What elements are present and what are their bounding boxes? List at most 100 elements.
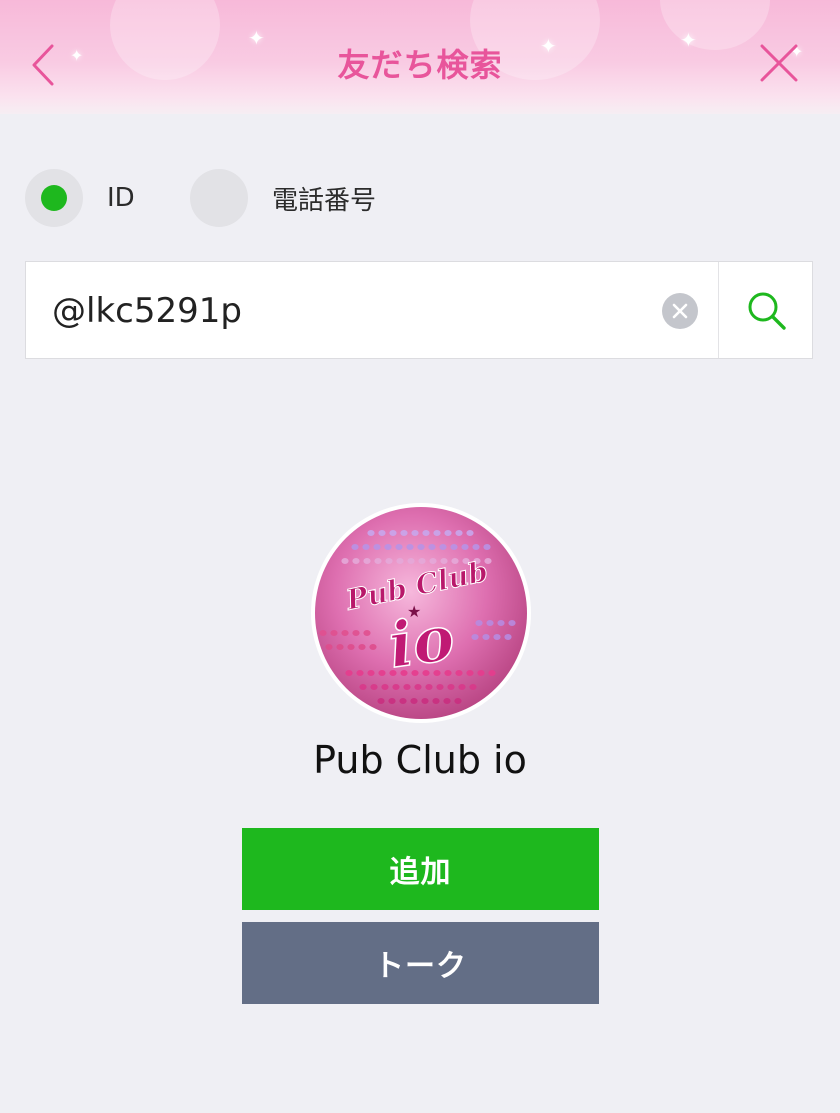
avatar-dot — [388, 698, 396, 704]
avatar-dot — [482, 634, 490, 640]
search-type-id-radio[interactable]: ID — [25, 168, 135, 228]
profile-name: Pub Club io — [313, 738, 527, 782]
avatar-dot — [411, 530, 419, 536]
avatar-dot — [439, 544, 447, 550]
avatar-dot — [381, 684, 389, 690]
avatar-dot — [395, 544, 403, 550]
avatar-dot — [347, 644, 355, 650]
avatar-dot — [325, 644, 333, 650]
avatar-dot — [369, 644, 377, 650]
avatar-dot — [396, 558, 404, 564]
avatar-dot — [450, 544, 458, 550]
search-input[interactable] — [50, 284, 654, 338]
avatar-dot — [352, 558, 360, 564]
search-icon — [748, 292, 786, 330]
avatar-dot — [367, 530, 375, 536]
avatar-dot — [418, 558, 426, 564]
avatar-dot — [461, 544, 469, 550]
avatar-dot — [406, 544, 414, 550]
avatar-dot — [458, 684, 466, 690]
search-type-phone-radio[interactable]: 電話番号 — [190, 168, 376, 228]
search-type-id-label: ID — [107, 183, 135, 213]
avatar-dot — [421, 698, 429, 704]
profile-avatar[interactable]: Pub Club io ★ — [311, 503, 531, 723]
close-icon — [760, 44, 798, 82]
avatar-dot — [454, 698, 462, 704]
avatar-dot — [367, 670, 375, 676]
avatar-dot — [319, 630, 327, 636]
clear-icon — [672, 303, 688, 319]
avatar-dot — [336, 644, 344, 650]
avatar-dot — [378, 530, 386, 536]
avatar-dot — [436, 684, 444, 690]
avatar-dot — [378, 670, 386, 676]
avatar-dot — [432, 698, 440, 704]
avatar-dot — [488, 670, 496, 676]
avatar-dot — [403, 684, 411, 690]
avatar-dot — [351, 544, 359, 550]
avatar-dot — [433, 530, 441, 536]
avatar-dot — [466, 530, 474, 536]
avatar-dot — [363, 630, 371, 636]
avatar-dot — [370, 684, 378, 690]
avatar-dot — [422, 530, 430, 536]
avatar-dot — [497, 620, 505, 626]
avatar-dot — [373, 544, 381, 550]
avatar-dot — [374, 558, 382, 564]
avatar-dot — [363, 558, 371, 564]
search-field — [25, 261, 813, 359]
add-friend-button[interactable]: 追加 — [242, 828, 599, 910]
radio-selected-icon — [25, 169, 83, 227]
avatar-dot — [429, 558, 437, 564]
avatar-dot — [359, 684, 367, 690]
header-bar: ✦ ✦ ✦ ✦ ✦ 友だち検索 — [0, 0, 840, 114]
avatar-dot — [455, 530, 463, 536]
avatar-dot — [392, 684, 400, 690]
avatar-dot — [345, 670, 353, 676]
avatar-dot — [486, 620, 494, 626]
avatar-dot — [444, 530, 452, 536]
talk-button[interactable]: トーク — [242, 922, 599, 1004]
avatar-dot — [447, 684, 455, 690]
avatar-dot — [414, 684, 422, 690]
star-icon: ★ — [407, 602, 421, 621]
avatar-dot — [330, 630, 338, 636]
avatar-dot — [477, 670, 485, 676]
search-type-phone-label: 電話番号 — [272, 185, 377, 216]
avatar-dot — [341, 630, 349, 636]
avatar-dot — [425, 684, 433, 690]
avatar-dot — [428, 544, 436, 550]
avatar-dot — [483, 544, 491, 550]
pub-club-io-logo: Pub Club io ★ — [311, 503, 531, 723]
page-title: 友だち検索 — [337, 46, 503, 84]
avatar-dot — [469, 684, 477, 690]
avatar-dot — [410, 698, 418, 704]
avatar-dot — [341, 558, 349, 564]
avatar-dot — [399, 698, 407, 704]
radio-dot — [41, 185, 67, 211]
avatar-dot — [400, 530, 408, 536]
avatar-dot — [417, 544, 425, 550]
radio-unselected-icon — [190, 169, 248, 227]
avatar-dot — [358, 644, 366, 650]
close-button[interactable] — [752, 38, 808, 94]
avatar-dot — [475, 620, 483, 626]
avatar-dot — [466, 670, 474, 676]
avatar-dot — [504, 634, 512, 640]
avatar-dot — [443, 698, 451, 704]
avatar-dot — [471, 634, 479, 640]
avatar-dot — [389, 530, 397, 536]
avatar-logo-text: io — [384, 601, 458, 682]
avatar-dot — [407, 558, 415, 564]
clear-button[interactable] — [662, 293, 698, 329]
avatar-dot — [385, 558, 393, 564]
avatar-dot — [384, 544, 392, 550]
avatar-dot — [377, 698, 385, 704]
avatar-dot — [493, 634, 501, 640]
search-button[interactable] — [719, 262, 813, 358]
friend-search-screen: ✦ ✦ ✦ ✦ ✦ 友だち検索 ID 電話番号 @lkc5291p Pub Cl… — [0, 0, 840, 1113]
avatar-dot — [356, 670, 364, 676]
avatar-dot — [508, 620, 516, 626]
avatar-dot — [352, 630, 360, 636]
avatar-dot — [472, 544, 480, 550]
